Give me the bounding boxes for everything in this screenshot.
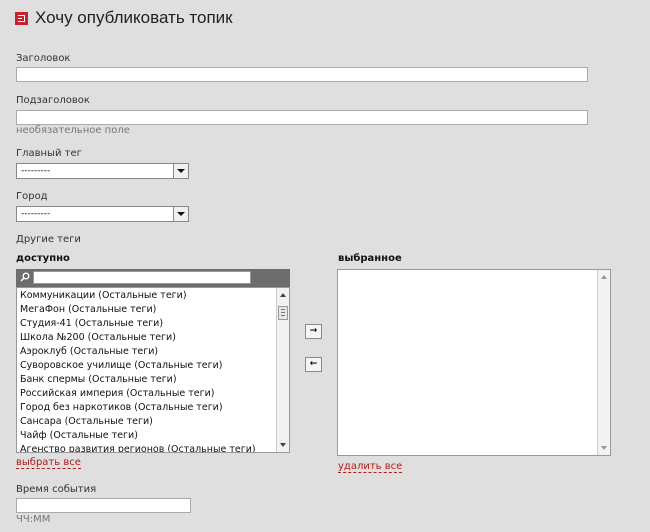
event-time-hint: ЧЧ:ММ bbox=[16, 514, 51, 525]
scroll-up-icon[interactable] bbox=[280, 293, 286, 297]
available-list-scrollbar[interactable] bbox=[276, 288, 289, 452]
scroll-down-icon[interactable] bbox=[601, 446, 607, 450]
site-logo-icon bbox=[15, 12, 28, 25]
list-item[interactable]: Чайф (Остальные теги) bbox=[20, 430, 138, 441]
list-item[interactable]: Сансара (Остальные теги) bbox=[20, 416, 153, 427]
remove-all-link[interactable]: удалить все bbox=[338, 461, 403, 473]
list-item[interactable]: Аэроклуб (Остальные теги) bbox=[20, 346, 158, 357]
main-tag-value: --------- bbox=[21, 166, 51, 176]
select-all-link[interactable]: выбрать все bbox=[16, 457, 81, 469]
list-item[interactable]: Банк спермы (Остальные теги) bbox=[20, 374, 177, 385]
search-icon bbox=[20, 272, 30, 282]
page-title: Хочу опубликовать топик bbox=[35, 8, 233, 27]
city-value: --------- bbox=[21, 209, 51, 219]
city-select[interactable]: --------- bbox=[16, 206, 189, 222]
remove-tag-button[interactable]: ← bbox=[305, 357, 322, 372]
list-item[interactable]: Город без наркотиков (Остальные теги) bbox=[20, 402, 223, 413]
event-time-label: Время события bbox=[16, 484, 97, 495]
selected-list-scrollbar[interactable] bbox=[597, 270, 610, 455]
main-tag-label: Главный тег bbox=[16, 148, 82, 159]
list-item[interactable]: Студия-41 (Остальные теги) bbox=[20, 318, 163, 329]
main-tag-select[interactable]: --------- bbox=[16, 163, 189, 179]
subheading-label: Подзаголовок bbox=[16, 95, 90, 106]
other-tags-label: Другие теги bbox=[16, 234, 81, 245]
selected-tags-heading: выбранное bbox=[338, 253, 402, 264]
selected-tags-list[interactable] bbox=[337, 269, 611, 456]
scroll-thumb[interactable] bbox=[278, 306, 288, 320]
chevron-down-icon[interactable] bbox=[173, 164, 188, 178]
scroll-up-icon[interactable] bbox=[601, 275, 607, 279]
add-tag-button[interactable]: → bbox=[305, 324, 322, 339]
arrow-left-icon: ← bbox=[309, 359, 318, 369]
list-item[interactable]: Коммуникации (Остальные теги) bbox=[20, 290, 187, 301]
available-tags-heading: доступно bbox=[16, 253, 70, 264]
list-item[interactable]: Суворовское училище (Остальные теги) bbox=[20, 360, 222, 371]
subheading-input[interactable] bbox=[16, 110, 588, 125]
tag-filter-input[interactable] bbox=[33, 271, 251, 284]
event-time-input[interactable] bbox=[16, 498, 191, 513]
chevron-down-icon[interactable] bbox=[173, 207, 188, 221]
heading-input[interactable] bbox=[16, 67, 588, 82]
tag-filter-bar bbox=[16, 269, 290, 287]
city-label: Город bbox=[16, 191, 48, 202]
heading-label: Заголовок bbox=[16, 53, 71, 64]
scroll-down-icon[interactable] bbox=[280, 443, 286, 447]
list-item[interactable]: Российская империя (Остальные теги) bbox=[20, 388, 214, 399]
optional-field-hint: необязательное поле bbox=[16, 125, 130, 136]
list-item[interactable]: МегаФон (Остальные теги) bbox=[20, 304, 156, 315]
list-item[interactable]: Школа №200 (Остальные теги) bbox=[20, 332, 176, 343]
list-item[interactable]: Агенство развития регионов (Остальные те… bbox=[20, 444, 256, 452]
available-tags-list[interactable]: Коммуникации (Остальные теги) МегаФон (О… bbox=[16, 287, 290, 453]
arrow-right-icon: → bbox=[309, 326, 318, 336]
